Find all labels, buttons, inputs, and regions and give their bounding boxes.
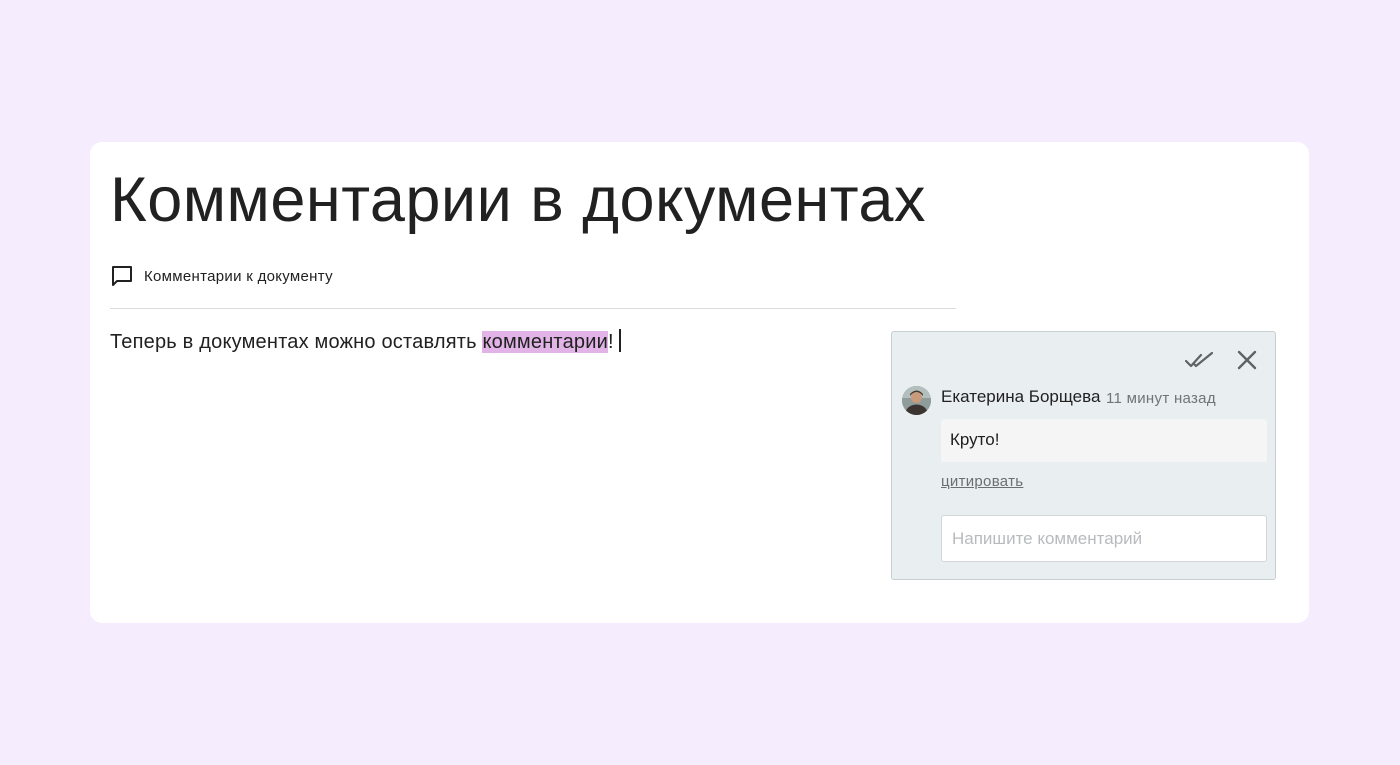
divider bbox=[110, 308, 956, 309]
text-cursor bbox=[618, 329, 621, 352]
comment-text: Круто! bbox=[941, 419, 1267, 462]
quote-comment-link[interactable]: цитировать bbox=[941, 473, 1023, 490]
close-icon bbox=[1237, 350, 1257, 375]
comment-icon bbox=[110, 264, 134, 288]
document-body[interactable]: Теперь в документах можно оставлять комм… bbox=[110, 329, 621, 355]
document-comments-button[interactable]: Комментарии к документу bbox=[110, 264, 333, 288]
document-card: Комментарии в документах Комментарии к д… bbox=[90, 142, 1309, 623]
commented-text-highlight[interactable]: комментарии bbox=[482, 331, 608, 353]
comment-timestamp: 11 минут назад bbox=[1106, 390, 1216, 407]
body-text-end: ! bbox=[607, 331, 614, 353]
avatar bbox=[902, 386, 931, 415]
body-text: Теперь в документах можно оставлять bbox=[110, 331, 483, 353]
document-comments-label: Комментарии к документу bbox=[144, 267, 333, 285]
comment-author: Екатерина Борщева bbox=[941, 387, 1101, 406]
document-title: Комментарии в документах bbox=[110, 165, 926, 235]
comment-reply-input[interactable] bbox=[941, 515, 1267, 562]
close-comment-panel-button[interactable] bbox=[1232, 350, 1262, 374]
comment-panel: Екатерина Борщева 11 минут назад Круто! … bbox=[891, 331, 1276, 580]
resolve-comment-button[interactable] bbox=[1184, 350, 1215, 375]
double-check-icon bbox=[1184, 350, 1215, 375]
